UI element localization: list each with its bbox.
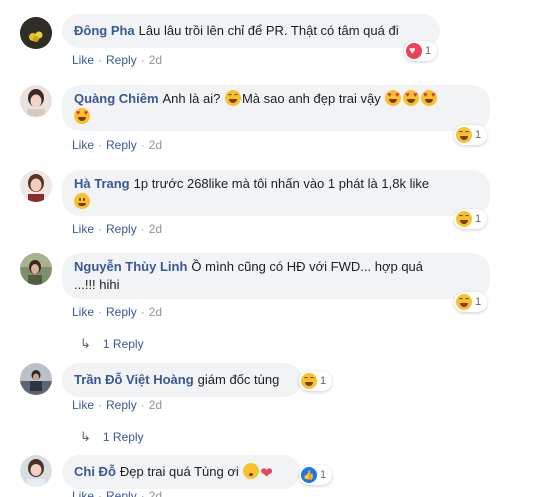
reaction-summary[interactable]: 1 (404, 41, 438, 61)
haha-reaction-icon (456, 294, 472, 310)
reply-link[interactable]: Reply (106, 398, 137, 412)
comment-text-continued: Mà sao anh đẹp trai vậy (241, 91, 381, 106)
reply-link[interactable]: Reply (106, 222, 137, 236)
timestamp[interactable]: 2d (149, 398, 162, 412)
smile-emoji-icon (74, 193, 90, 209)
laughing-emoji-icon (224, 90, 241, 106)
separator-dot: · (98, 398, 103, 412)
haha-reaction-icon (456, 127, 472, 143)
separator-dot: · (140, 138, 145, 152)
like-link[interactable]: Like (72, 222, 94, 236)
comment-text-continued: ...!!! hihi (74, 277, 120, 292)
like-link[interactable]: Like (72, 489, 94, 497)
comment-bubble: Hà Trang 1p trước 268like mà tôi nhấn vào… (62, 170, 490, 216)
reply-arrow-icon: ↳ (80, 429, 91, 444)
kissing-face-emoji-icon (243, 463, 260, 479)
comment-author[interactable]: Quàng Chiêm (74, 91, 159, 106)
heart-eyes-emoji-icon (403, 90, 420, 106)
separator-dot: · (98, 305, 103, 319)
comment-actions: Like · Reply · 2d (72, 138, 162, 152)
reply-link[interactable]: Reply (106, 489, 137, 497)
reaction-summary[interactable]: 1 (454, 125, 488, 145)
timestamp[interactable]: 2d (149, 489, 162, 497)
view-replies-link[interactable]: ↳ 1 Reply (80, 336, 144, 352)
reaction-count: 1 (320, 469, 327, 481)
love-reaction-icon (406, 43, 422, 59)
comment-text: Đẹp trai quá Tùng ơi (119, 464, 239, 479)
timestamp[interactable]: 2d (149, 305, 162, 319)
avatar[interactable] (20, 253, 52, 285)
comment-bubble: Nguyễn Thùy Linh Ồ mình cũng có HĐ với FW… (62, 253, 490, 299)
comment-author[interactable]: Đông Pha (74, 23, 135, 38)
reaction-summary[interactable]: 1 (454, 292, 488, 312)
replies-count-label[interactable]: 1 Reply (103, 337, 144, 351)
reaction-count: 1 (475, 129, 482, 141)
reply-link[interactable]: Reply (106, 53, 137, 67)
reaction-summary[interactable]: 1 (454, 209, 488, 229)
comment-author[interactable]: Trần Đỗ Việt Hoàng (74, 372, 194, 387)
separator-dot: · (98, 222, 103, 236)
separator-dot: · (140, 222, 145, 236)
comment-actions: Like · Reply · 2d (72, 53, 162, 67)
timestamp[interactable]: 2d (149, 222, 162, 236)
separator-dot: · (140, 489, 145, 497)
reply-link[interactable]: Reply (106, 305, 137, 319)
haha-reaction-icon (456, 211, 472, 227)
heart-eyes-emoji-icon (385, 90, 402, 106)
comment-text: 1p trước 268like mà tôi nhấn vào 1 phát … (133, 176, 430, 191)
timestamp[interactable]: 2d (149, 138, 162, 152)
comment-author[interactable]: Nguyễn Thùy Linh (74, 259, 187, 274)
comment-text: Ồ mình cũng có HĐ với FWD... hợp quá (191, 259, 424, 274)
like-link[interactable]: Like (72, 305, 94, 319)
heart-emoji-icon: ❤ (260, 465, 273, 482)
reaction-summary[interactable]: 1 (299, 465, 333, 485)
comment-bubble: Đông Pha Lâu lâu trồi lên chỉ để PR. Thật… (62, 14, 440, 48)
separator-dot: · (98, 53, 103, 67)
comment-author[interactable]: Hà Trang (74, 176, 130, 191)
like-reaction-icon (301, 467, 317, 483)
avatar[interactable] (20, 363, 52, 395)
reaction-summary[interactable]: 1 (299, 371, 333, 391)
avatar[interactable] (20, 170, 52, 202)
reaction-count: 1 (475, 296, 482, 308)
comment-actions: Like · Reply · 2d (72, 398, 162, 412)
comment-bubble: Trần Đỗ Việt Hoàng giám đốc tùng (62, 363, 302, 397)
avatar[interactable] (20, 455, 52, 487)
comment-bubble: Chi Đỗ Đẹp trai quá Tùng ơi ❤ (62, 455, 300, 489)
reply-arrow-icon: ↳ (80, 336, 91, 351)
timestamp[interactable]: 2d (149, 53, 162, 67)
like-link[interactable]: Like (72, 138, 94, 152)
heart-eyes-emoji-icon (421, 90, 438, 106)
replies-count-label[interactable]: 1 Reply (103, 430, 144, 444)
reply-link[interactable]: Reply (106, 138, 137, 152)
comment-actions: Like · Reply · 2d (72, 305, 162, 319)
comment-actions: Like · Reply · 2d (72, 222, 162, 236)
separator-dot: · (140, 398, 145, 412)
heart-eyes-emoji-icon (74, 108, 90, 124)
comment-text: Anh là ai? (162, 91, 221, 106)
separator-dot: · (140, 53, 145, 67)
comment-author[interactable]: Chi Đỗ (74, 464, 116, 479)
reaction-count: 1 (320, 375, 327, 387)
avatar[interactable] (20, 85, 52, 117)
comment-text: Lâu lâu trồi lên chỉ để PR. Thật có tâm … (138, 23, 399, 38)
reaction-count: 1 (475, 213, 482, 225)
comment-text: giám đốc tùng (197, 372, 280, 387)
like-link[interactable]: Like (72, 398, 94, 412)
haha-reaction-icon (301, 373, 317, 389)
view-replies-link[interactable]: ↳ 1 Reply (80, 429, 144, 445)
like-link[interactable]: Like (72, 53, 94, 67)
separator-dot: · (98, 138, 103, 152)
reaction-count: 1 (425, 45, 432, 57)
comment-bubble: Quàng Chiêm Anh là ai? Mà sao anh đẹp tra… (62, 85, 490, 131)
separator-dot: · (140, 305, 145, 319)
avatar[interactable] (20, 17, 52, 49)
separator-dot: · (98, 489, 103, 497)
comment-actions: Like · Reply · 2d (72, 489, 162, 497)
